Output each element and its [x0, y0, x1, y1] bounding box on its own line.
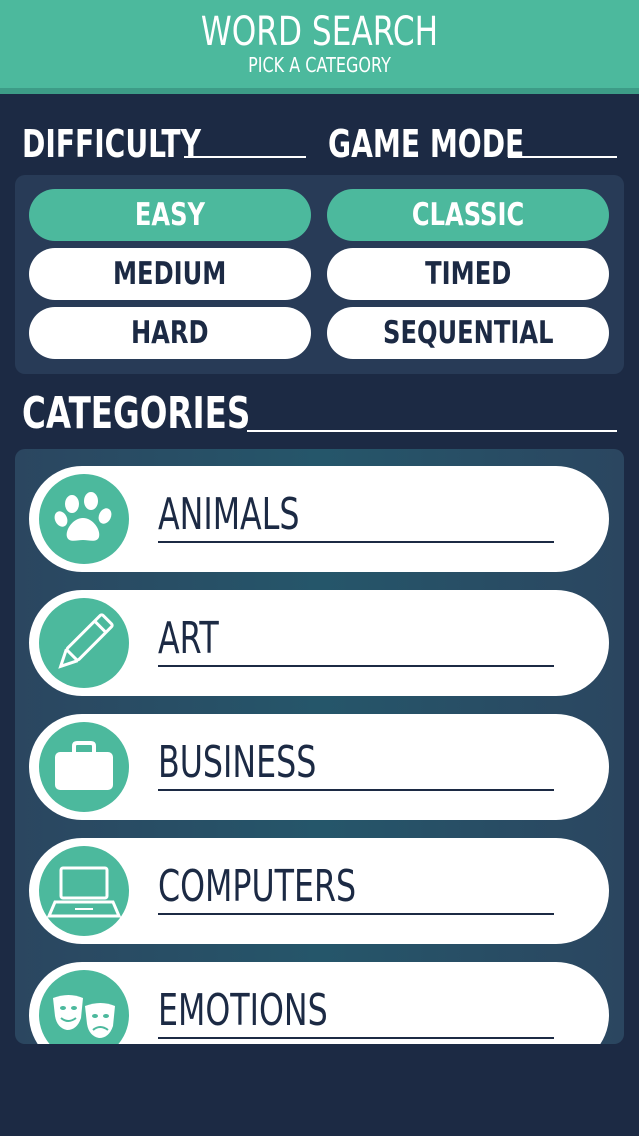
category-emotions-underline — [158, 1037, 554, 1039]
difficulty-medium-button[interactable]: MEDIUM — [29, 248, 311, 300]
category-business[interactable]: BUSINESS — [29, 714, 609, 820]
mode-timed-button[interactable]: TIMED — [327, 248, 609, 300]
app-title: WORD SEARCH — [200, 9, 439, 55]
difficulty-medium-label: MEDIUM — [113, 256, 227, 292]
category-art-label: ART — [158, 613, 219, 664]
mode-classic-label: CLASSIC — [411, 197, 525, 233]
paw-icon — [39, 474, 129, 564]
mode-timed-label: TIMED — [424, 256, 512, 292]
difficulty-easy-button[interactable]: EASY — [29, 189, 311, 241]
category-animals[interactable]: ANIMALS — [29, 466, 609, 572]
mode-sequential-label: SEQUENTIAL — [382, 315, 554, 351]
category-computers-label: COMPUTERS — [158, 861, 357, 912]
difficulty-easy-label: EASY — [134, 197, 206, 233]
category-animals-label: ANIMALS — [158, 489, 300, 540]
category-art-underline — [158, 665, 554, 667]
mode-classic-button[interactable]: CLASSIC — [327, 189, 609, 241]
pencil-icon — [39, 598, 129, 688]
header-shadow-bar — [0, 88, 639, 94]
category-art[interactable]: ART — [29, 590, 609, 696]
categories-label: CATEGORIES — [22, 388, 251, 439]
category-emotions-label: EMOTIONS — [158, 985, 328, 1036]
difficulty-rule — [184, 156, 306, 158]
game-mode-label: GAME MODE — [328, 122, 525, 166]
theater-masks-icon — [39, 970, 129, 1044]
mode-sequential-button[interactable]: SEQUENTIAL — [327, 307, 609, 359]
category-business-underline — [158, 789, 554, 791]
category-emotions[interactable]: EMOTIONS — [29, 962, 609, 1044]
app-header: WORD SEARCH PICK A CATEGORY — [0, 0, 639, 88]
difficulty-label: DIFFICULTY — [22, 122, 201, 166]
briefcase-icon — [39, 722, 129, 812]
laptop-icon — [39, 846, 129, 936]
difficulty-hard-label: HARD — [131, 315, 209, 351]
app-subtitle: PICK A CATEGORY — [248, 53, 391, 77]
difficulty-hard-button[interactable]: HARD — [29, 307, 311, 359]
categories-rule — [247, 430, 617, 432]
game-mode-rule — [508, 156, 617, 158]
categories-list: ANIMALS ART BUSINESS COMPUTERS EMOTIONS — [15, 449, 624, 1044]
category-business-label: BUSINESS — [158, 737, 317, 788]
category-computers-underline — [158, 913, 554, 915]
category-computers[interactable]: COMPUTERS — [29, 838, 609, 944]
category-animals-underline — [158, 541, 554, 543]
